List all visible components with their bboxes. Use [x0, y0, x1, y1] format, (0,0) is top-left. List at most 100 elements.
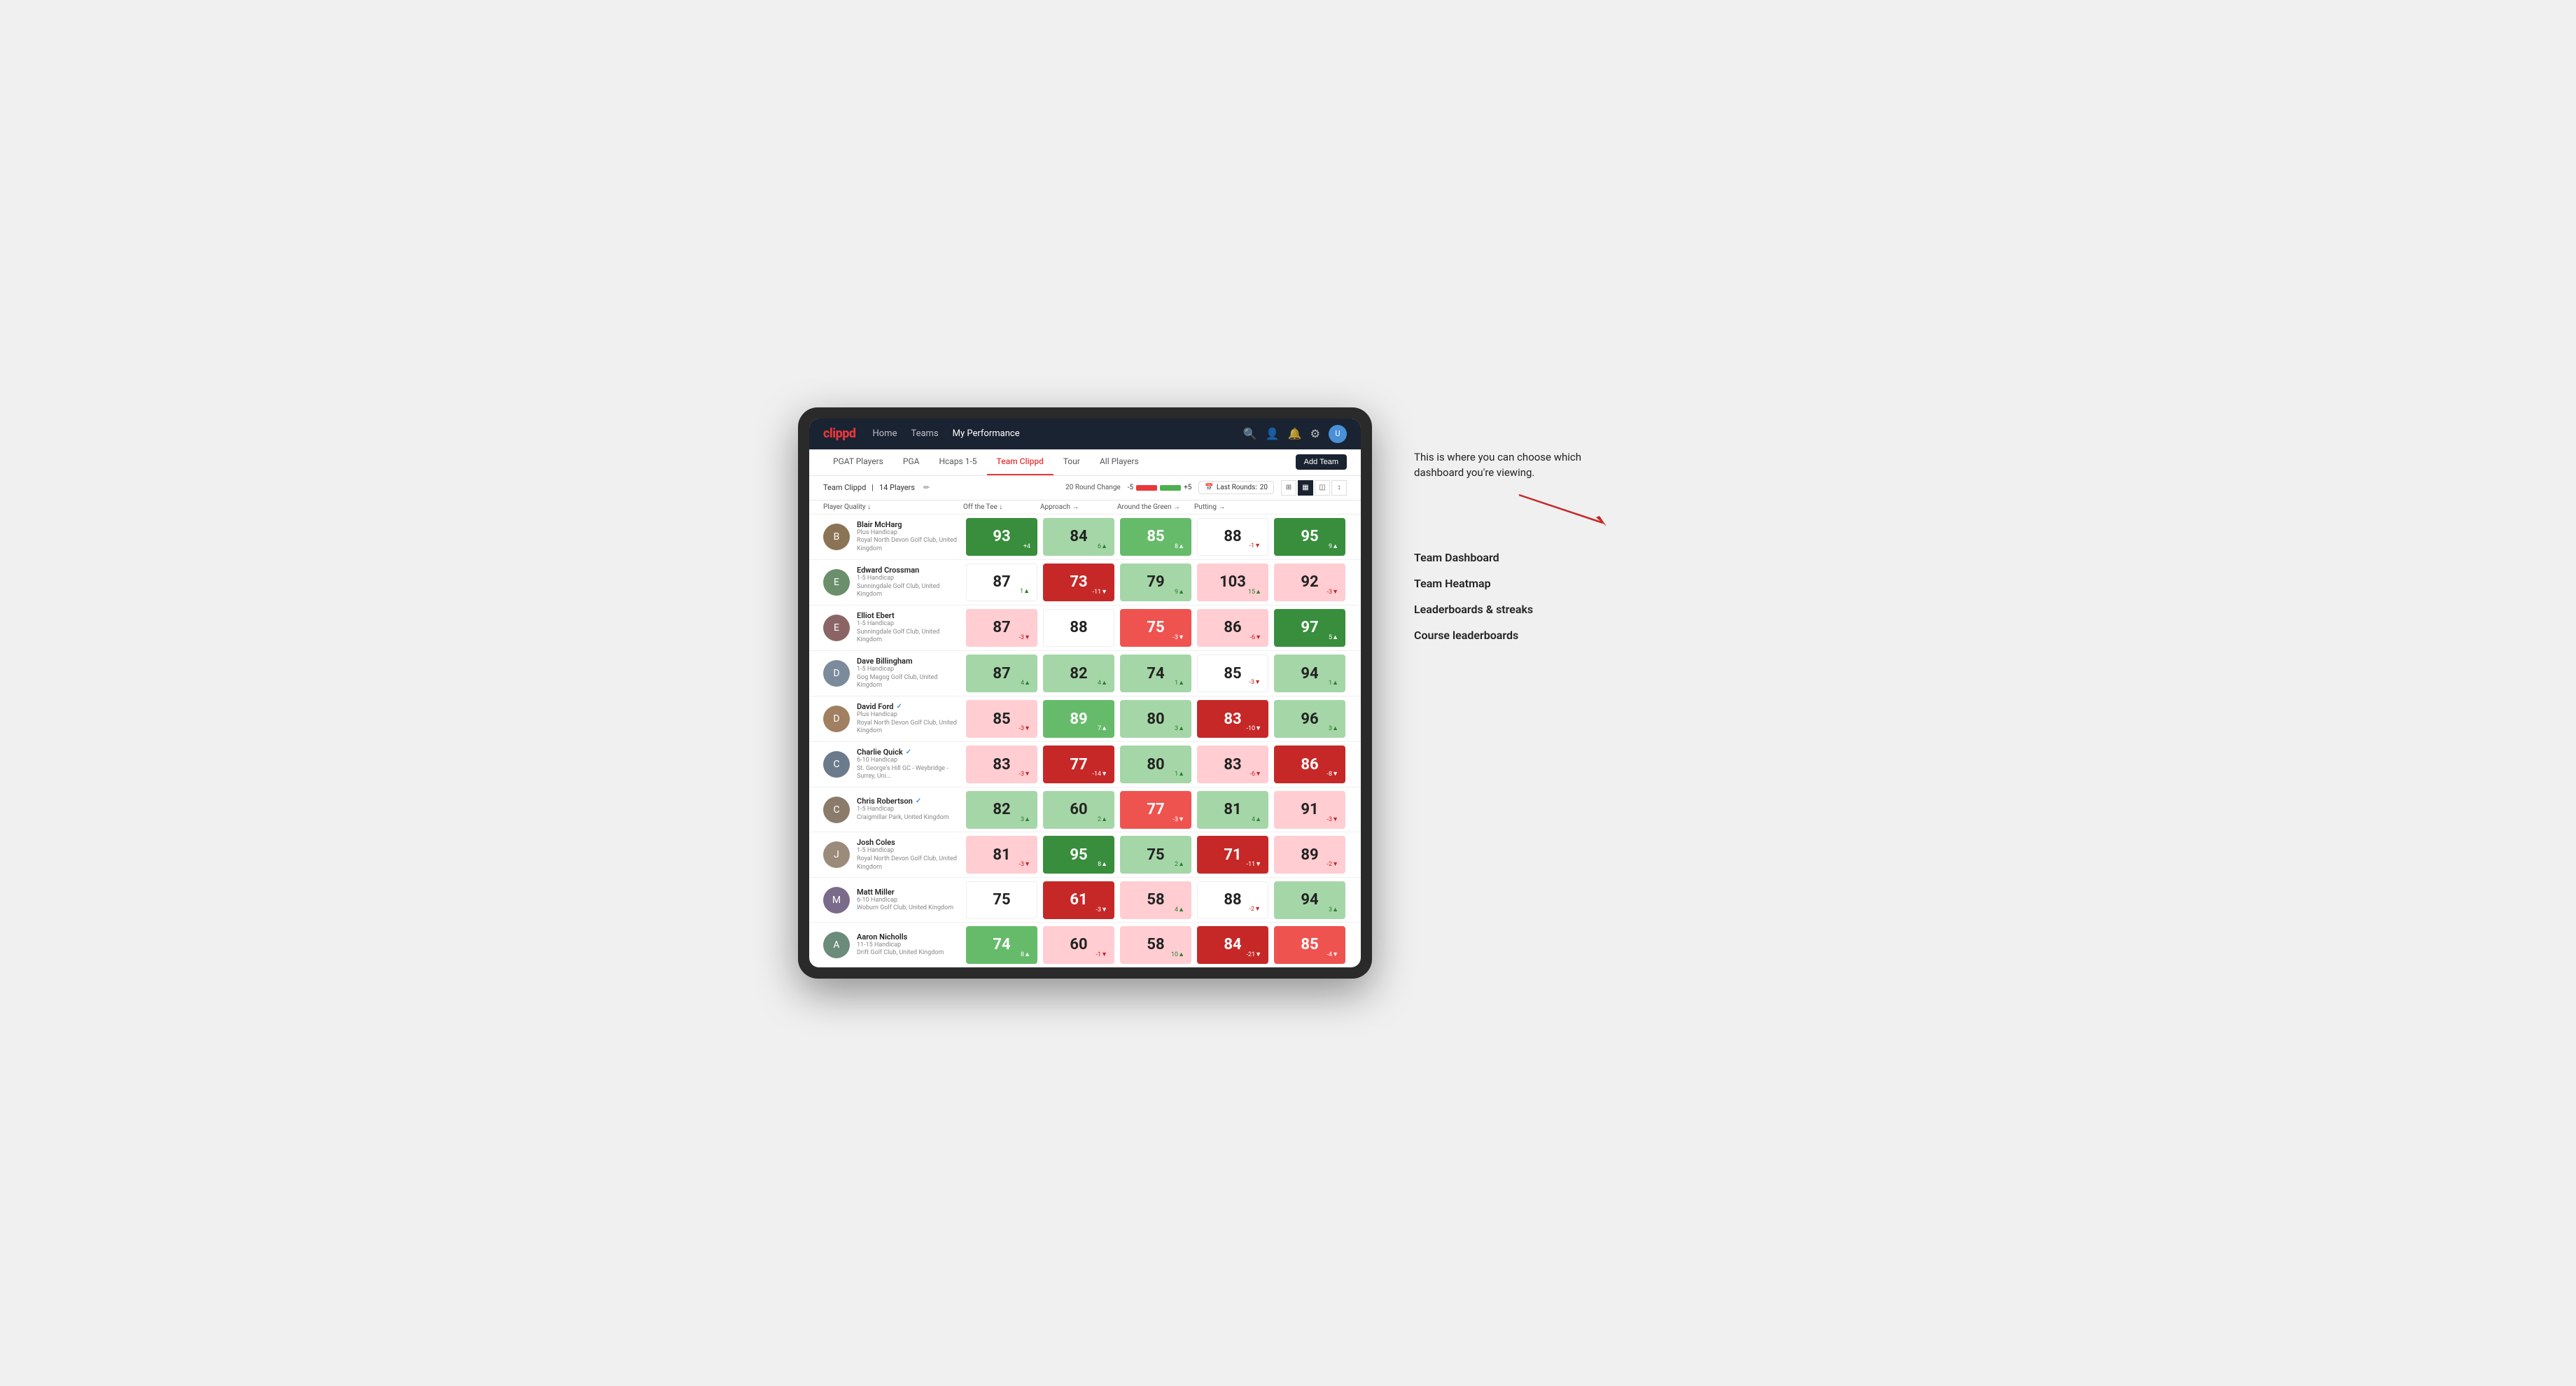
- score-cell[interactable]: 943▲: [1274, 881, 1345, 919]
- score-cell[interactable]: 93+4: [966, 518, 1037, 556]
- tab-pga[interactable]: PGA: [893, 449, 930, 475]
- tab-pgat-players[interactable]: PGAT Players: [823, 449, 893, 475]
- player-info[interactable]: CCharlie Quick✓6-10 HandicapSt. George's…: [823, 742, 963, 787]
- edit-icon[interactable]: ✏: [923, 483, 930, 492]
- player-meta: 1-5 HandicapCraigmillar Park, United Kin…: [857, 806, 949, 822]
- last-rounds-button[interactable]: 📅 Last Rounds: 20: [1198, 481, 1274, 494]
- score-cell[interactable]: 814▲: [1197, 791, 1268, 829]
- score-cell[interactable]: 77-14▼: [1043, 746, 1114, 783]
- col-header-tee[interactable]: Off the Tee ↓: [963, 503, 1040, 511]
- player-info[interactable]: EElliot Ebert1-5 HandicapSunningdale Gol…: [823, 606, 963, 650]
- nav-teams[interactable]: Teams: [911, 428, 938, 439]
- person-icon[interactable]: 👤: [1266, 427, 1280, 440]
- score-change: 2▲: [1175, 860, 1184, 868]
- score-cell[interactable]: 10315▲: [1197, 564, 1268, 601]
- add-team-button[interactable]: Add Team: [1296, 454, 1347, 470]
- score-cell[interactable]: 71-11▼: [1197, 836, 1268, 874]
- score-cell[interactable]: 975▲: [1274, 609, 1345, 647]
- score-cell[interactable]: 88: [1043, 609, 1114, 647]
- notifications-icon[interactable]: 🔔: [1288, 427, 1302, 440]
- score-cell[interactable]: 73-11▼: [1043, 564, 1114, 601]
- score-cell[interactable]: 81-3▼: [966, 836, 1037, 874]
- player-meta: 6-10 HandicapWoburn Golf Club, United Ki…: [857, 897, 953, 913]
- score-cell[interactable]: 88-1▼: [1197, 518, 1268, 556]
- score-cell[interactable]: 741▲: [1120, 654, 1191, 692]
- score-cell[interactable]: 88-2▼: [1197, 881, 1268, 919]
- score-value: 92: [1301, 573, 1318, 591]
- search-icon[interactable]: 🔍: [1243, 427, 1257, 440]
- player-info[interactable]: CChris Robertson✓1-5 HandicapCraigmillar…: [823, 791, 963, 829]
- view-icons: ⊞ ▦ ◫ ↕: [1281, 480, 1347, 496]
- grid-view-button[interactable]: ⊞: [1281, 480, 1296, 496]
- col-header-putting[interactable]: Putting →: [1194, 503, 1271, 511]
- score-cell[interactable]: 602▲: [1043, 791, 1114, 829]
- nav-home[interactable]: Home: [872, 428, 897, 439]
- score-cell[interactable]: 77-3▼: [1120, 791, 1191, 829]
- col-header-player[interactable]: Player Quality ↓: [823, 503, 963, 511]
- score-cell[interactable]: 584▲: [1120, 881, 1191, 919]
- list-view-button[interactable]: ↕: [1331, 480, 1347, 496]
- player-info[interactable]: EEdward Crossman1-5 HandicapSunningdale …: [823, 560, 963, 605]
- score-cell[interactable]: 958▲: [1043, 836, 1114, 874]
- calendar-icon: 📅: [1205, 484, 1213, 491]
- tab-tour[interactable]: Tour: [1054, 449, 1090, 475]
- score-cell[interactable]: 60-1▼: [1043, 926, 1114, 964]
- score-cell[interactable]: 86-8▼: [1274, 746, 1345, 783]
- heat-view-button[interactable]: ◫: [1315, 480, 1330, 496]
- score-cell[interactable]: 824▲: [1043, 654, 1114, 692]
- player-info[interactable]: JJosh Coles1-5 HandicapRoyal North Devon…: [823, 832, 963, 877]
- score-cell[interactable]: 92-3▼: [1274, 564, 1345, 601]
- score-cell[interactable]: 801▲: [1120, 746, 1191, 783]
- score-cell[interactable]: 75: [966, 881, 1037, 919]
- tab-team-clippd[interactable]: Team Clippd: [987, 449, 1054, 475]
- tab-hcaps[interactable]: Hcaps 1-5: [929, 449, 986, 475]
- brand-logo[interactable]: clippd: [823, 426, 855, 441]
- settings-icon[interactable]: ⚙: [1310, 427, 1320, 440]
- score-cell[interactable]: 748▲: [966, 926, 1037, 964]
- score-cell[interactable]: 874▲: [966, 654, 1037, 692]
- score-cell[interactable]: 846▲: [1043, 518, 1114, 556]
- score-cell[interactable]: 85-3▼: [966, 700, 1037, 738]
- table-view-button[interactable]: ▦: [1298, 480, 1313, 496]
- player-info[interactable]: DDavid Ford✓Plus HandicapRoyal North Dev…: [823, 696, 963, 741]
- score-cell[interactable]: 897▲: [1043, 700, 1114, 738]
- score-change: 3▲: [1175, 724, 1184, 732]
- score-cell[interactable]: 85-3▼: [1197, 654, 1268, 692]
- score-cell[interactable]: 799▲: [1120, 564, 1191, 601]
- player-info[interactable]: AAaron Nicholls11-15 HandicapDrift Golf …: [823, 926, 963, 964]
- score-change: -2▼: [1250, 905, 1261, 913]
- avatar[interactable]: U: [1329, 425, 1347, 443]
- score-cell[interactable]: 963▲: [1274, 700, 1345, 738]
- score-cell[interactable]: 91-3▼: [1274, 791, 1345, 829]
- player-info[interactable]: MMatt Miller6-10 HandicapWoburn Golf Clu…: [823, 881, 963, 919]
- score-cell[interactable]: 75-3▼: [1120, 609, 1191, 647]
- score-cell[interactable]: 803▲: [1120, 700, 1191, 738]
- score-cell[interactable]: 85-4▼: [1274, 926, 1345, 964]
- score-cell[interactable]: 83-6▼: [1197, 746, 1268, 783]
- score-cell[interactable]: 89-2▼: [1274, 836, 1345, 874]
- score-cell[interactable]: 959▲: [1274, 518, 1345, 556]
- col-header-around[interactable]: Around the Green →: [1117, 503, 1194, 511]
- score-cell[interactable]: 87-3▼: [966, 609, 1037, 647]
- score-cell[interactable]: 86-6▼: [1197, 609, 1268, 647]
- table-row: DDave Billingham1-5 HandicapGog Magog Go…: [809, 651, 1361, 696]
- score-cell[interactable]: 941▲: [1274, 654, 1345, 692]
- score-change: -1▼: [1250, 542, 1261, 550]
- score-cell[interactable]: 83-10▼: [1197, 700, 1268, 738]
- score-cell[interactable]: 83-3▼: [966, 746, 1037, 783]
- avatar: D: [823, 706, 850, 732]
- score-value: 60: [1070, 801, 1087, 818]
- player-info[interactable]: DDave Billingham1-5 HandicapGog Magog Go…: [823, 651, 963, 696]
- tab-all-players[interactable]: All Players: [1090, 449, 1149, 475]
- score-cell[interactable]: 858▲: [1120, 518, 1191, 556]
- score-cell[interactable]: 61-3▼: [1043, 881, 1114, 919]
- nav-my-performance[interactable]: My Performance: [953, 428, 1020, 439]
- score-value: 91: [1301, 801, 1318, 818]
- player-info[interactable]: BBlair McHargPlus HandicapRoyal North De…: [823, 514, 963, 559]
- score-cell[interactable]: 823▲: [966, 791, 1037, 829]
- score-cell[interactable]: 84-21▼: [1197, 926, 1268, 964]
- score-cell[interactable]: 5810▲: [1120, 926, 1191, 964]
- col-header-approach[interactable]: Approach →: [1040, 503, 1117, 511]
- score-cell[interactable]: 752▲: [1120, 836, 1191, 874]
- score-cell[interactable]: 871▲: [966, 564, 1037, 601]
